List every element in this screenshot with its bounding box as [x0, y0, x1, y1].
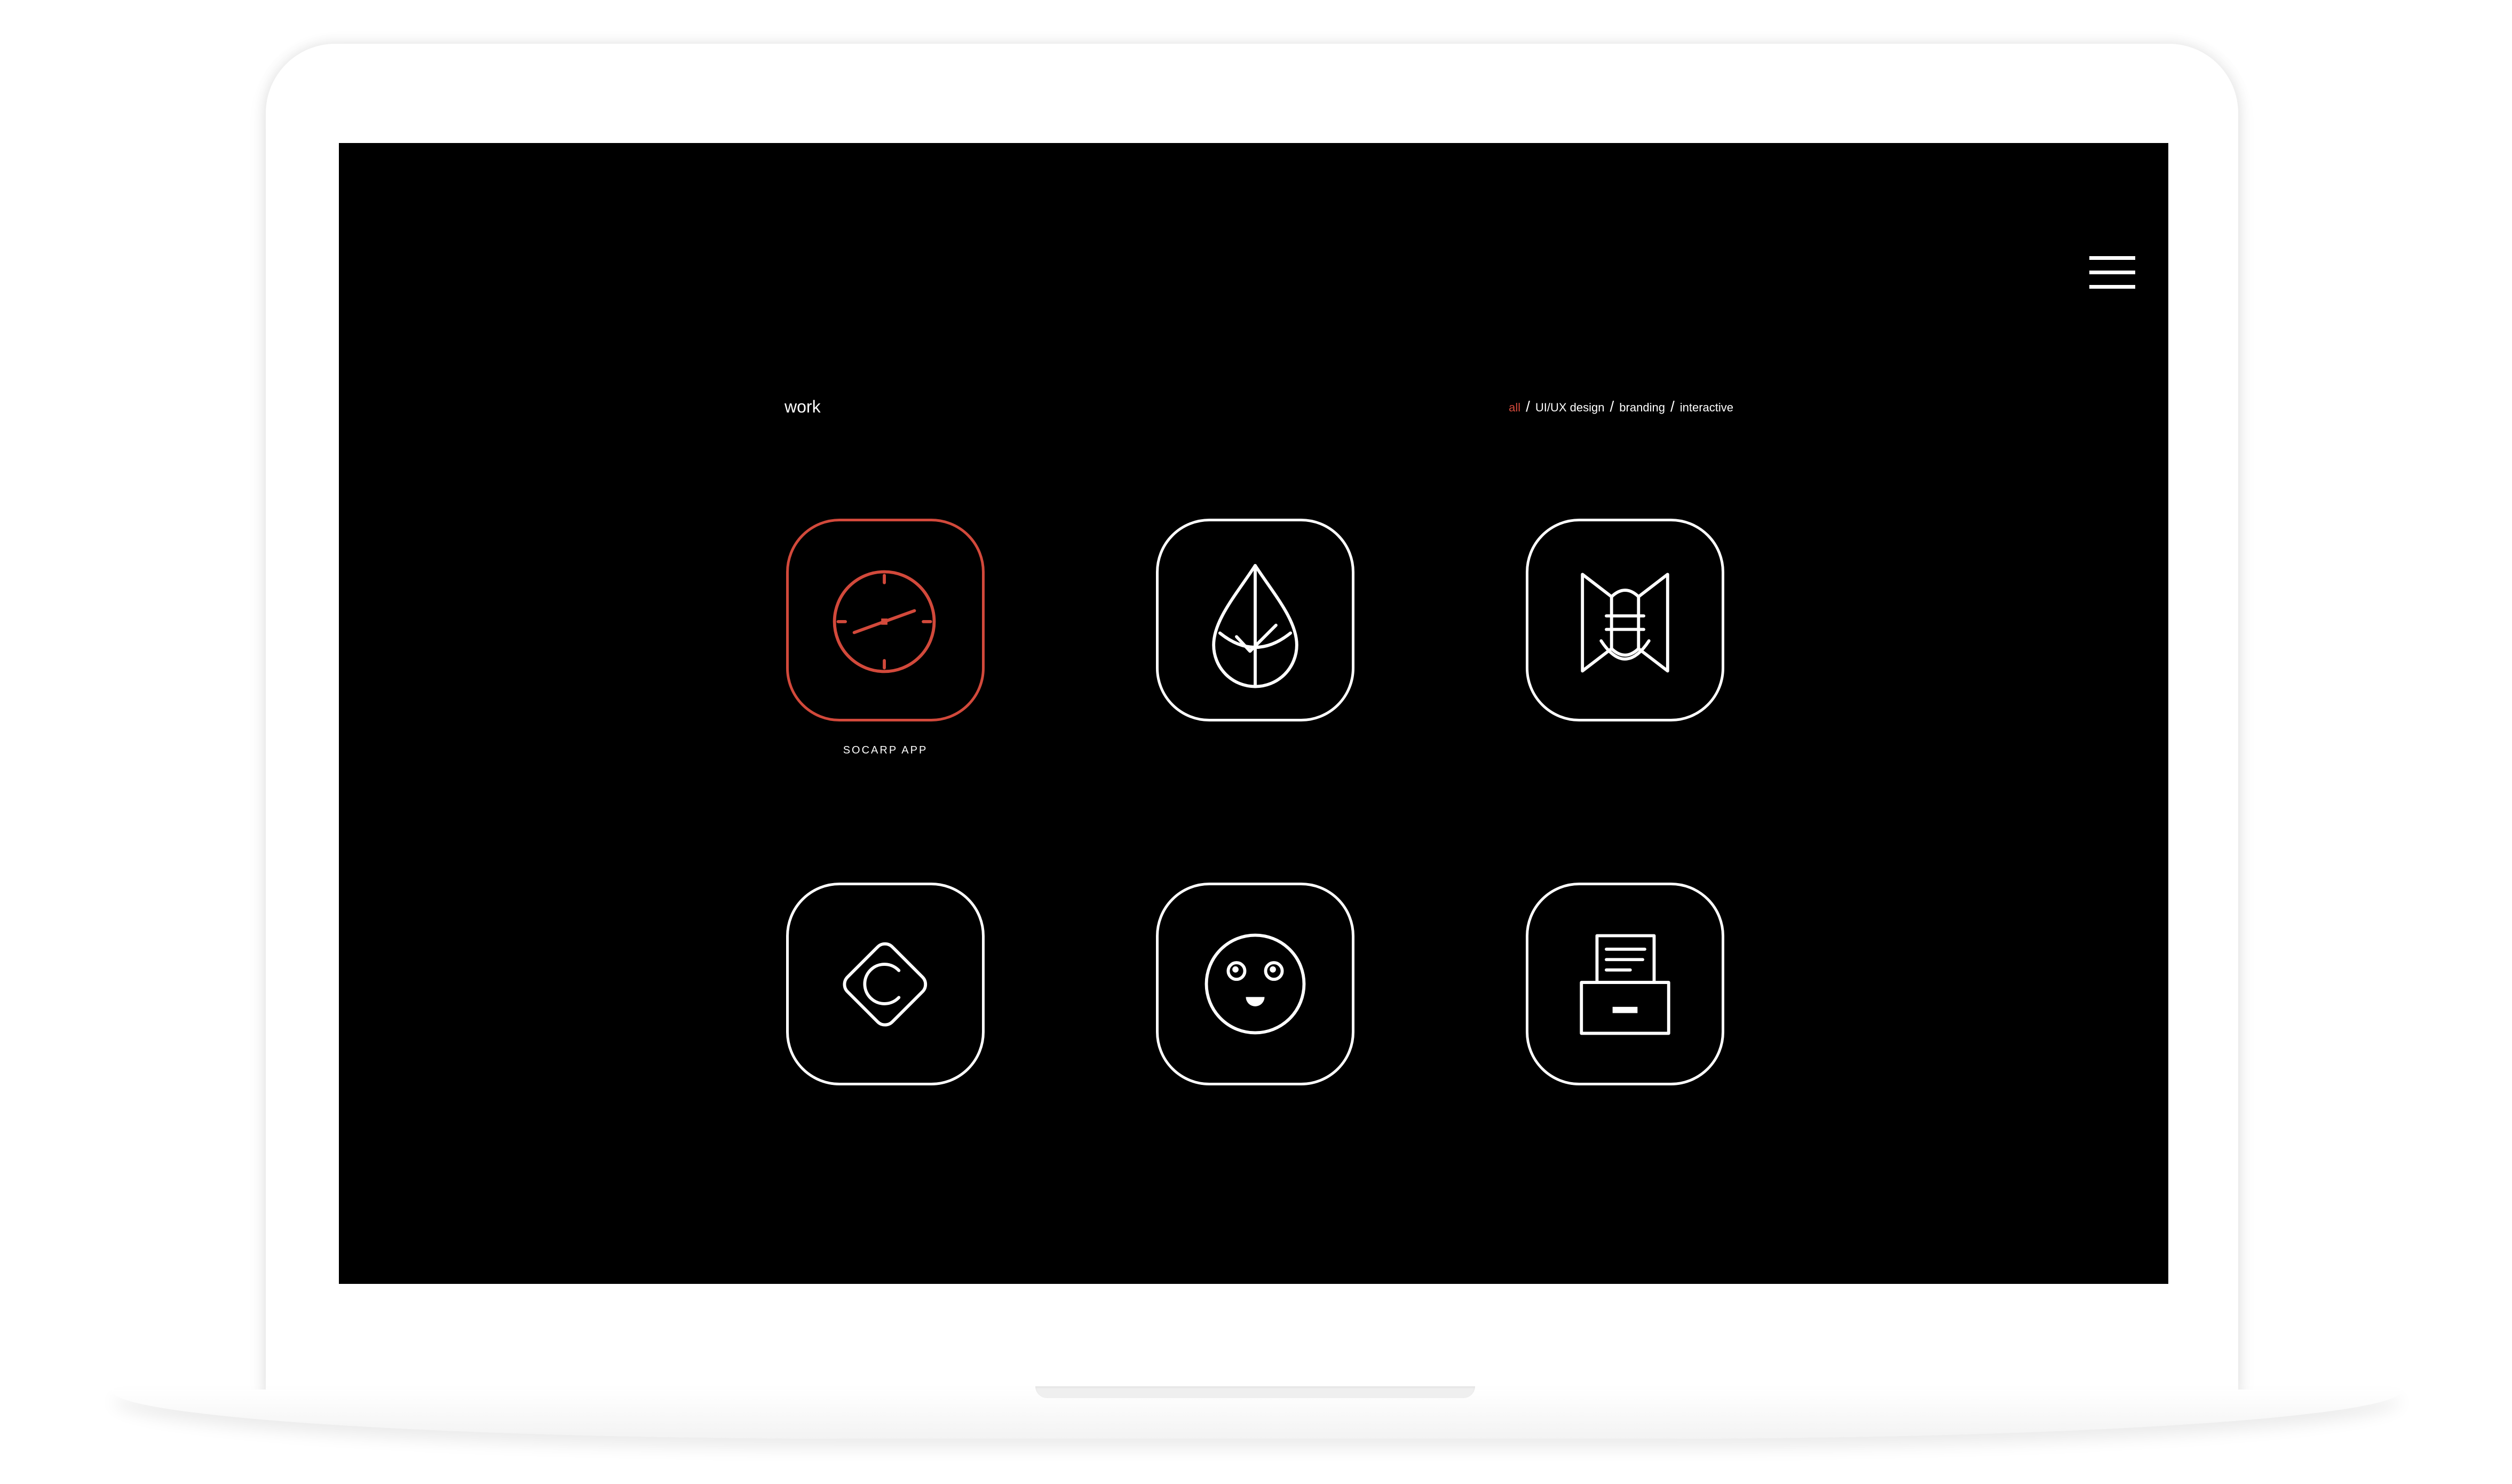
- filter-separator: /: [1670, 398, 1675, 415]
- filter-all[interactable]: all: [1509, 401, 1520, 414]
- category-filter-nav: all / UI/UX design / branding / interactive: [1509, 398, 1733, 416]
- project-tile-diamond[interactable]: [786, 883, 985, 1085]
- clock-icon: [833, 570, 936, 673]
- filter-separator: /: [1610, 398, 1614, 415]
- page: work all / UI/UX design / branding / interacti…: [0, 0, 2512, 1484]
- project-tile-emblem[interactable]: [1526, 519, 1724, 721]
- filter-separator: /: [1526, 398, 1530, 415]
- menu-bar: [2089, 271, 2135, 274]
- smiley-face-icon: [1205, 933, 1306, 1035]
- project-tile-water-drop[interactable]: [1156, 519, 1354, 721]
- hamburger-menu-icon[interactable]: [2089, 256, 2135, 289]
- printer-document-icon: [1580, 934, 1670, 1035]
- project-tile-socarp-app[interactable]: [786, 519, 985, 721]
- laptop-screen: work all / UI/UX design / branding / interacti…: [339, 143, 2168, 1284]
- project-label: SOCARP APP: [843, 744, 928, 756]
- water-drop-check-icon: [1212, 564, 1298, 688]
- section-title: work: [784, 397, 821, 416]
- laptop-notch: [1035, 1386, 1475, 1398]
- diamond-c-icon: [843, 942, 928, 1027]
- menu-bar: [2089, 285, 2135, 289]
- geometric-emblem-icon: [1581, 573, 1669, 673]
- project-tile-smiley[interactable]: [1156, 883, 1354, 1085]
- filter-interactive[interactable]: interactive: [1680, 401, 1733, 414]
- filter-ui-ux-design[interactable]: UI/UX design: [1535, 401, 1605, 414]
- project-tile-printer[interactable]: [1526, 883, 1724, 1085]
- filter-branding[interactable]: branding: [1619, 401, 1665, 414]
- menu-bar: [2089, 256, 2135, 260]
